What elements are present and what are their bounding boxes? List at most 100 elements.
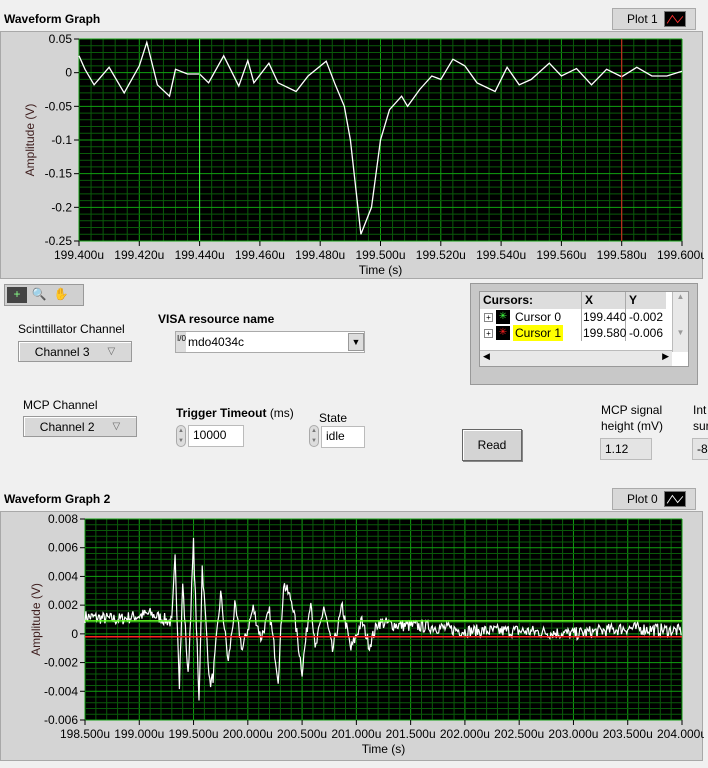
dropdown-arrow-icon: ▽ <box>107 346 116 357</box>
x-tick-label: 199.580u <box>597 248 647 262</box>
integral-sum-indicator: -8 <box>692 438 708 460</box>
y-tick-label: -0.25 <box>45 234 73 248</box>
x-tick-label: 199.500u <box>355 248 405 262</box>
y-tick-label: -0.006 <box>44 713 78 727</box>
cursor-x: 199.440 <box>583 309 627 325</box>
y-tick-label: 0.004 <box>48 569 78 583</box>
waveform-graph-2[interactable]: 198.500u 199.000u 199.500u 200.000u 200.500u… <box>0 511 707 762</box>
x-tick-label: 199.600u <box>657 248 704 262</box>
y-axis-label: Amplitude (V) <box>29 583 43 656</box>
x-tick-label: 201.500u <box>386 727 436 741</box>
graph2-plot-legend[interactable]: Plot 0 <box>612 488 696 510</box>
ring-value: Channel 3 <box>34 344 90 359</box>
state-label: State <box>319 411 348 425</box>
cursor-style-icon[interactable]: ✳ <box>496 326 510 340</box>
visa-resource-label: VISA resource name <box>158 312 275 326</box>
visa-value: mdo4034c <box>188 335 245 349</box>
state-increment-decrement[interactable]: ▲ ▼ <box>309 425 319 447</box>
mcp-signal-height-indicator: 1.12 <box>600 438 652 460</box>
y-tick-label: 0 <box>65 66 72 80</box>
cursor-legend[interactable]: Cursors: X Y + ✳ Cursor 0 199.440 -0.002 + ✳ Cu… <box>470 283 698 385</box>
trigger-unit: (ms) <box>269 406 294 420</box>
y-tick-label: -0.1 <box>51 133 72 147</box>
x-tick-label: 198.500u <box>60 727 110 741</box>
y-tick-label: -0.2 <box>51 200 72 214</box>
plot-line-icon <box>663 491 686 507</box>
trigger-timeout-label: Trigger Timeout (ms) <box>176 406 294 420</box>
visa-resource-field[interactable]: I/0 mdo4034c ▼ <box>175 331 365 353</box>
dropdown-arrow-icon[interactable]: ▼ <box>348 333 364 351</box>
cursor-x: 199.580 <box>583 325 627 341</box>
scintillator-channel-label: Scinttillator Channel <box>18 322 125 336</box>
graph1-plot[interactable]: 199.400u 199.420u 199.440u 199.460u 199.480u… <box>1 32 707 280</box>
pan-tool-icon[interactable]: ✋ <box>51 287 71 303</box>
waveform-graph-1[interactable]: 199.400u 199.420u 199.440u 199.460u 199.480u… <box>0 31 707 280</box>
x-tick-label: 199.560u <box>536 248 586 262</box>
state-input[interactable]: idle <box>321 426 365 448</box>
x-tick-label: 199.480u <box>295 248 345 262</box>
ring-value: Channel 2 <box>39 419 95 434</box>
cursor-table-header: Cursors: X Y <box>480 292 666 309</box>
horizontal-scrollbar[interactable]: ◀ ▶ <box>480 350 672 366</box>
expand-icon[interactable]: + <box>484 328 493 338</box>
x-axis-label: Time (s) <box>362 742 406 756</box>
cursor-table[interactable]: Cursors: X Y + ✳ Cursor 0 199.440 -0.002 + ✳ Cu… <box>479 291 689 367</box>
y-tick-label: -0.05 <box>45 99 73 113</box>
y-axis-label: Amplitude (V) <box>23 104 37 177</box>
label-line: height (mV) <box>601 419 664 433</box>
x-tick-label: 199.440u <box>175 248 225 262</box>
graph-palette: + 🔍 ✋ <box>4 284 84 306</box>
x-tick-label: 203.000u <box>548 727 598 741</box>
read-button[interactable]: Read <box>462 429 522 461</box>
scintillator-channel-ring[interactable]: Channel 3 ▽ <box>18 341 132 362</box>
trigger-increment-decrement[interactable]: ▲ ▼ <box>176 425 186 447</box>
cursor-style-icon[interactable]: ✳ <box>496 310 510 324</box>
x-tick-label: 199.540u <box>476 248 526 262</box>
x-tick-label: 202.000u <box>440 727 490 741</box>
plot-legend-label: Plot 1 <box>627 12 658 26</box>
graph1-plot-legend[interactable]: Plot 1 <box>612 8 696 30</box>
label-line: MCP signal <box>601 403 663 417</box>
io-icon: I/0 <box>176 332 186 352</box>
mcp-channel-ring[interactable]: Channel 2 ▽ <box>23 416 137 437</box>
y-tick-label: 0 <box>71 627 78 641</box>
vertical-scrollbar[interactable]: ▲ ▼ <box>672 292 688 352</box>
cursor-y: -0.006 <box>629 326 664 340</box>
trigger-label-text: Trigger Timeout <box>176 406 267 420</box>
cursor-row[interactable]: + ✳ Cursor 0 199.440 -0.002 <box>480 309 666 325</box>
y-tick-label: 0.006 <box>48 541 78 555</box>
y-tick-label: 0.05 <box>49 32 73 46</box>
x-tick-label: 203.500u <box>603 727 653 741</box>
cursor-tool-icon[interactable]: + <box>7 287 27 303</box>
x-tick-label: 201.000u <box>331 727 381 741</box>
zoom-tool-icon[interactable]: 🔍 <box>29 287 49 303</box>
cursor-name[interactable]: Cursor 1 <box>513 325 564 341</box>
x-axis-label: Time (s) <box>359 263 403 277</box>
x-tick-label: 202.500u <box>494 727 544 741</box>
x-tick-label: 200.500u <box>277 727 327 741</box>
graph2-plot[interactable]: 198.500u 199.000u 199.500u 200.000u 200.500u… <box>1 512 707 762</box>
scroll-right-icon[interactable]: ▶ <box>662 351 669 366</box>
x-tick-label: 200.000u <box>223 727 273 741</box>
cursor-row[interactable]: + ✳ Cursor 1 199.580 -0.006 <box>480 325 666 341</box>
x-tick-label: 199.460u <box>235 248 285 262</box>
trigger-timeout-input[interactable]: 10000 <box>188 425 244 447</box>
plot-area <box>85 519 682 720</box>
graph2-title: Waveform Graph 2 <box>4 492 111 506</box>
x-tick-label: 199.400u <box>54 248 104 262</box>
y-tick-label: 0.002 <box>48 598 78 612</box>
scroll-left-icon[interactable]: ◀ <box>483 351 490 366</box>
header-x: X <box>582 292 626 309</box>
cursor-y: -0.002 <box>629 310 664 324</box>
expand-icon[interactable]: + <box>484 312 493 322</box>
plot-legend-label: Plot 0 <box>627 492 658 506</box>
label-line: Int <box>693 403 707 417</box>
x-tick-label: 199.500u <box>169 727 219 741</box>
x-tick-label: 199.520u <box>416 248 466 262</box>
dropdown-arrow-icon: ▽ <box>112 421 121 432</box>
cursor-name-cell: + ✳ Cursor 1 <box>480 325 582 341</box>
plot-line-icon <box>663 11 686 27</box>
graph1-title: Waveform Graph <box>4 12 101 26</box>
cursor-name[interactable]: Cursor 0 <box>513 309 563 325</box>
x-tick-label: 199.000u <box>114 727 164 741</box>
